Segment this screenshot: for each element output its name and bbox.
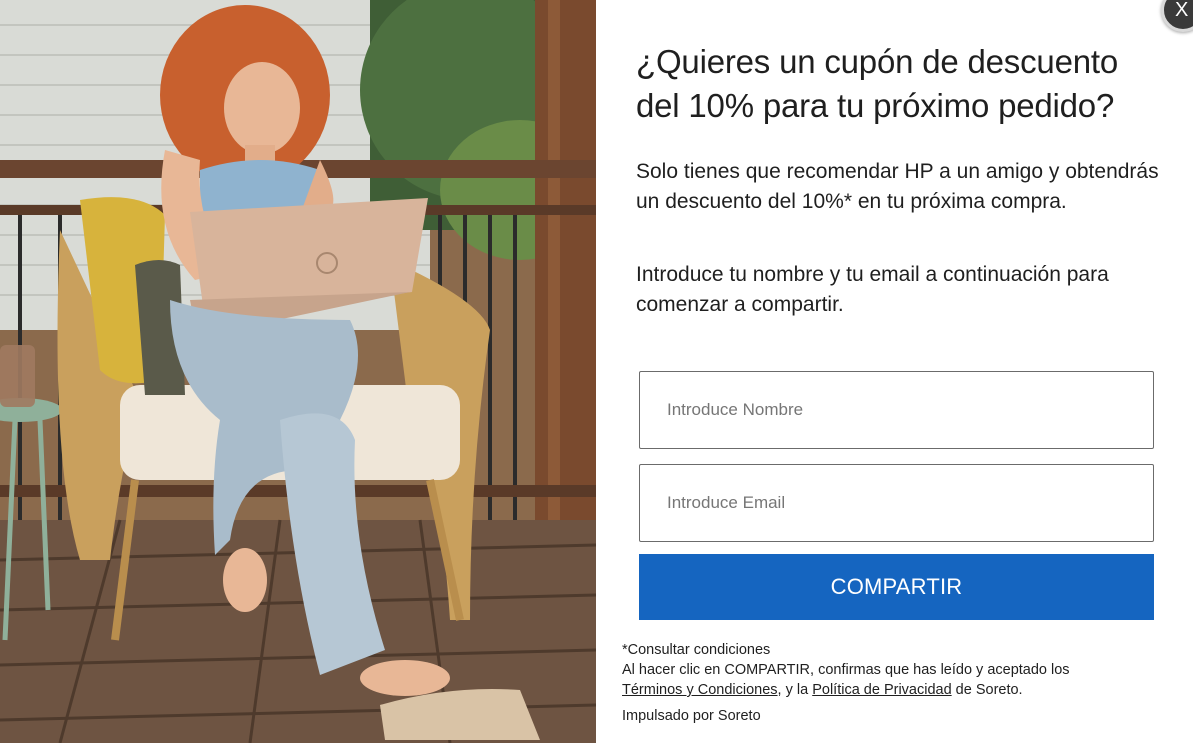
privacy-link[interactable]: Política de Privacidad [812, 682, 951, 698]
consent-connector: , y la [777, 682, 809, 698]
consent-prefix: Al hacer clic en COMPARTIR, confirmas qu… [622, 662, 1070, 678]
headline: ¿Quieres un cupón de descuento del 10% p… [636, 43, 1118, 124]
referral-panel: X ¿Quieres un cupón de descuento del 10%… [596, 0, 1193, 743]
instructions-paragraph: Introduce tu nombre y tu email a continu… [636, 263, 1109, 316]
share-button[interactable]: COMPARTIR [639, 554, 1154, 620]
powered-by: Impulsado por Soreto [622, 708, 761, 724]
name-input[interactable] [639, 371, 1154, 449]
terms-link[interactable]: Términos y Condiciones [622, 682, 778, 698]
email-input[interactable] [639, 464, 1154, 542]
consent-suffix: de Soreto. [955, 682, 1023, 698]
woman-with-laptop-illustration [0, 0, 596, 743]
consent-text: Al hacer clic en COMPARTIR, confirmas qu… [622, 660, 1182, 700]
close-button[interactable]: X [1161, 0, 1193, 32]
conditions-note: *Consultar condiciones [622, 642, 771, 658]
intro-paragraph: Solo tienes que recomendar HP a un amigo… [636, 160, 1159, 213]
promo-photo [0, 0, 596, 743]
legal-text: *Consultar condiciones Al hacer clic en … [622, 640, 1182, 700]
